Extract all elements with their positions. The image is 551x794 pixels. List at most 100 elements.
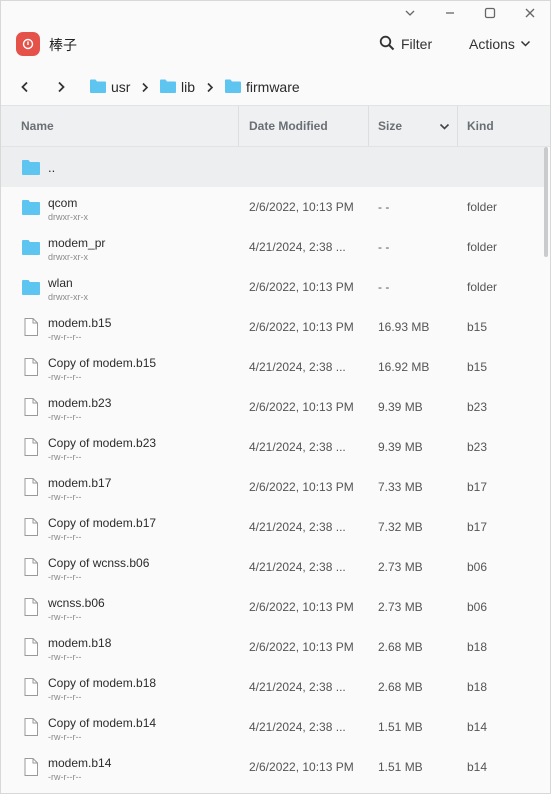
file-icon bbox=[21, 477, 41, 497]
file-date-modified: 4/21/2024, 2:38 ... bbox=[249, 680, 346, 694]
table-row[interactable]: modem.b17 -rw-r--r-- 2/6/2022, 10:13 PM 7.3… bbox=[1, 467, 544, 507]
maximize-icon[interactable] bbox=[470, 1, 510, 25]
file-kind: b18 bbox=[467, 680, 488, 694]
file-kind: b23 bbox=[467, 440, 488, 454]
breadcrumb-label: usr bbox=[111, 79, 131, 95]
forward-icon[interactable] bbox=[51, 77, 71, 97]
column-header-name[interactable]: Name bbox=[21, 106, 54, 146]
file-size: 16.92 MB bbox=[378, 360, 430, 374]
file-size: 1.51 MB bbox=[378, 760, 423, 774]
file-size: - - bbox=[378, 200, 390, 214]
actions-label: Actions bbox=[469, 36, 515, 52]
file-date-modified: 4/21/2024, 2:38 ... bbox=[249, 360, 346, 374]
file-permissions: -rw-r--r-- bbox=[48, 372, 82, 382]
file-permissions: -rw-r--r-- bbox=[48, 412, 82, 422]
file-icon bbox=[21, 317, 41, 337]
app-logo-icon bbox=[16, 32, 40, 56]
file-date-modified: 4/21/2024, 2:38 ... bbox=[249, 240, 346, 254]
file-date-modified: 2/6/2022, 10:13 PM bbox=[249, 400, 354, 414]
file-permissions: -rw-r--r-- bbox=[48, 692, 82, 702]
file-permissions: -rw-r--r-- bbox=[48, 532, 82, 542]
file-icon bbox=[21, 597, 41, 617]
minimize-icon[interactable] bbox=[430, 1, 470, 25]
column-header-kind[interactable]: Kind bbox=[467, 106, 494, 146]
breadcrumb-item-firmware[interactable]: firmware bbox=[224, 77, 300, 97]
chevron-right-icon bbox=[203, 77, 217, 97]
app-header: 棒子 Filter Actions bbox=[1, 25, 550, 63]
file-size: 2.68 MB bbox=[378, 680, 423, 694]
file-icon bbox=[21, 517, 41, 537]
folder-icon bbox=[21, 197, 41, 217]
file-date-modified: 4/21/2024, 2:38 ... bbox=[249, 720, 346, 734]
file-name: modem.b17 bbox=[48, 476, 112, 490]
folder-icon bbox=[159, 78, 177, 97]
table-header: Name Date Modified Size Kind bbox=[1, 105, 550, 147]
file-size: 9.39 MB bbox=[378, 400, 423, 414]
table-row[interactable]: modem.b15 -rw-r--r-- 2/6/2022, 10:13 PM 16.… bbox=[1, 307, 544, 347]
table-row[interactable]: modem.b14 -rw-r--r-- 2/6/2022, 10:13 PM 1.5… bbox=[1, 747, 544, 787]
table-row[interactable]: Copy of modem.b18 -rw-r--r-- 4/21/2024, 2:… bbox=[1, 667, 544, 707]
table-row[interactable]: wcnss.b06 -rw-r--r-- 2/6/2022, 10:13 PM 2.7… bbox=[1, 587, 544, 627]
file-permissions: -rw-r--r-- bbox=[48, 732, 82, 742]
table-row[interactable]: modem.b18 -rw-r--r-- 2/6/2022, 10:13 PM 2.6… bbox=[1, 627, 544, 667]
file-kind: b18 bbox=[467, 640, 488, 654]
column-header-date[interactable]: Date Modified bbox=[249, 106, 328, 146]
file-icon bbox=[21, 397, 41, 417]
chevron-down-icon[interactable] bbox=[390, 1, 430, 25]
file-icon bbox=[21, 637, 41, 657]
table-row[interactable]: qcom drwxr-xr-x 2/6/2022, 10:13 PM - - folde… bbox=[1, 187, 544, 227]
column-divider[interactable] bbox=[238, 106, 239, 146]
table-row[interactable]: modem_pr drwxr-xr-x 4/21/2024, 2:38 ... - -… bbox=[1, 227, 544, 267]
file-icon bbox=[21, 757, 41, 777]
back-icon[interactable] bbox=[15, 77, 35, 97]
breadcrumb-item-lib[interactable]: lib bbox=[159, 77, 195, 97]
file-kind: b15 bbox=[467, 360, 488, 374]
table-row[interactable]: modem.b23 -rw-r--r-- 2/6/2022, 10:13 PM 9.3… bbox=[1, 387, 544, 427]
close-icon[interactable] bbox=[510, 1, 550, 25]
file-date-modified: 2/6/2022, 10:13 PM bbox=[249, 480, 354, 494]
file-kind: b14 bbox=[467, 760, 488, 774]
file-date-modified: 4/21/2024, 2:38 ... bbox=[249, 440, 346, 454]
file-permissions: -rw-r--r-- bbox=[48, 492, 82, 502]
table-row[interactable]: Copy of modem.b17 -rw-r--r-- 4/21/2024, 2:… bbox=[1, 507, 544, 547]
file-icon bbox=[21, 557, 41, 577]
column-divider[interactable] bbox=[368, 106, 369, 146]
file-size: 2.68 MB bbox=[378, 640, 423, 654]
file-list: .. qcom drwxr-xr-x 2/6/2022, 10:13 PM - - fo… bbox=[1, 147, 550, 793]
file-kind: folder bbox=[467, 280, 498, 294]
file-permissions: drwxr-xr-x bbox=[48, 212, 88, 222]
table-row[interactable]: Copy of modem.b15 -rw-r--r-- 4/21/2024, 2:… bbox=[1, 347, 544, 387]
file-size: 2.73 MB bbox=[378, 560, 423, 574]
file-permissions: drwxr-xr-x bbox=[48, 252, 88, 262]
file-kind: b06 bbox=[467, 600, 488, 614]
folder-icon bbox=[21, 237, 41, 257]
column-header-size[interactable]: Size bbox=[378, 106, 402, 146]
file-date-modified: 2/6/2022, 10:13 PM bbox=[249, 280, 354, 294]
parent-directory-row[interactable]: .. bbox=[1, 147, 544, 187]
table-row[interactable]: Copy of modem.b14 -rw-r--r-- 4/21/2024, 2:… bbox=[1, 707, 544, 747]
file-name: Copy of wcnss.b06 bbox=[48, 556, 150, 570]
file-name: Copy of modem.b15 bbox=[48, 356, 157, 370]
file-size: - - bbox=[378, 240, 390, 254]
folder-icon bbox=[89, 78, 107, 97]
sort-chevron-down-icon[interactable] bbox=[439, 106, 450, 146]
table-row[interactable]: Copy of modem.b23 -rw-r--r-- 4/21/2024, 2:… bbox=[1, 427, 544, 467]
file-kind: folder bbox=[467, 200, 498, 214]
table-row[interactable]: Copy of wcnss.b06 -rw-r--r-- 4/21/2024, 2:… bbox=[1, 547, 544, 587]
filter-button[interactable]: Filter bbox=[379, 31, 432, 57]
column-divider[interactable] bbox=[457, 106, 458, 146]
actions-menu-button[interactable]: Actions bbox=[469, 31, 531, 57]
file-date-modified: 4/21/2024, 2:38 ... bbox=[249, 520, 346, 534]
file-kind: folder bbox=[467, 240, 498, 254]
folder-icon bbox=[224, 78, 242, 97]
file-permissions: -rw-r--r-- bbox=[48, 452, 82, 462]
table-row[interactable]: wlan drwxr-xr-x 2/6/2022, 10:13 PM - - folde… bbox=[1, 267, 544, 307]
file-date-modified: 4/21/2024, 2:38 ... bbox=[249, 560, 346, 574]
app-title: 棒子 bbox=[49, 37, 77, 53]
file-icon bbox=[21, 357, 41, 377]
breadcrumb-item-usr[interactable]: usr bbox=[89, 77, 130, 97]
vertical-scrollbar[interactable] bbox=[544, 147, 548, 257]
file-size: 16.93 MB bbox=[378, 320, 430, 334]
file-kind: b15 bbox=[467, 320, 488, 334]
breadcrumb-label: lib bbox=[181, 79, 196, 95]
